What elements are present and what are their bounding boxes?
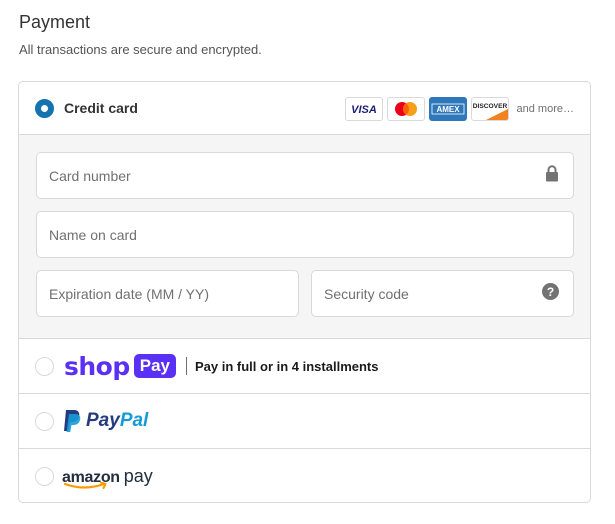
discover-icon: DISCOVER xyxy=(470,97,509,121)
svg-text:?: ? xyxy=(547,285,554,299)
expiration-date-placeholder: Expiration date (MM / YY) xyxy=(49,285,210,302)
svg-text:AMEX: AMEX xyxy=(436,105,460,114)
paypal-logo: PayPal xyxy=(62,409,148,433)
shop-pay-divider xyxy=(186,357,187,375)
page-subtitle: All transactions are secure and encrypte… xyxy=(19,42,262,57)
svg-text:DISCOVER: DISCOVER xyxy=(472,103,507,110)
shop-pay-description: Pay in full or in 4 installments xyxy=(195,358,379,374)
security-code-placeholder: Security code xyxy=(324,285,409,302)
lock-icon xyxy=(545,164,559,187)
amazon-pay-word-pay: pay xyxy=(123,466,153,486)
mastercard-icon xyxy=(386,97,425,121)
credit-card-form: Card number Name on card Expiration date… xyxy=(19,135,590,339)
paypal-p-icon xyxy=(64,410,81,432)
card-number-placeholder: Card number xyxy=(49,167,131,184)
payment-option-amazon-pay[interactable]: amazon pay xyxy=(19,449,590,502)
amazon-pay-radio[interactable] xyxy=(35,467,54,486)
svg-text:VISA: VISA xyxy=(351,104,377,115)
shop-pay-logo-pay: Pay xyxy=(133,353,176,379)
amazon-pay-logo: amazon pay xyxy=(62,466,153,489)
help-icon[interactable]: ? xyxy=(542,282,559,305)
expiration-date-field[interactable]: Expiration date (MM / YY) xyxy=(36,270,299,317)
paypal-word-pay: Pay xyxy=(86,410,120,431)
amazon-smile-icon xyxy=(64,482,107,489)
name-on-card-placeholder: Name on card xyxy=(49,226,137,243)
payment-option-paypal[interactable]: PayPal xyxy=(19,394,590,449)
security-code-field[interactable]: Security code ? xyxy=(311,270,574,317)
shop-pay-logo-shop: shop xyxy=(64,351,130,381)
credit-card-radio[interactable] xyxy=(35,98,54,118)
credit-card-label: Credit card xyxy=(64,100,138,116)
paypal-radio[interactable] xyxy=(35,411,54,431)
payment-option-credit-card[interactable]: Credit card VISA AMEX DISCOVER and more… xyxy=(19,82,590,135)
payment-methods-panel: Credit card VISA AMEX DISCOVER and more…… xyxy=(18,81,591,503)
payment-option-shop-pay[interactable]: shop Pay Pay in full or in 4 installment… xyxy=(19,339,590,394)
card-brands: VISA AMEX DISCOVER and more… xyxy=(344,97,574,121)
card-number-field[interactable]: Card number xyxy=(36,152,574,199)
shop-pay-radio[interactable] xyxy=(35,356,54,376)
more-cards-label: and more… xyxy=(516,103,574,115)
paypal-word-pal: Pal xyxy=(119,410,149,431)
amex-icon: AMEX xyxy=(428,97,467,121)
page-title: Payment xyxy=(19,12,91,32)
name-on-card-field[interactable]: Name on card xyxy=(36,211,574,258)
visa-icon: VISA xyxy=(344,97,383,121)
